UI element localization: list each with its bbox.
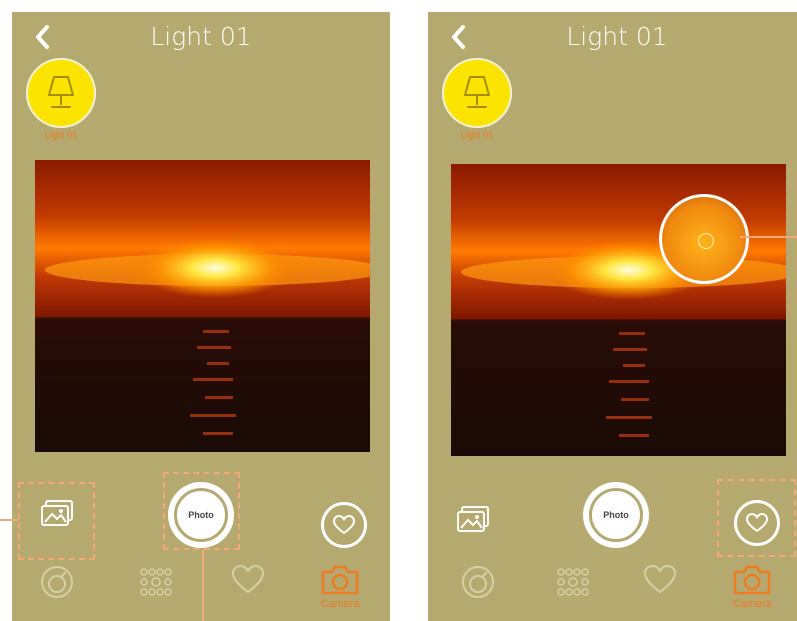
phone-screen-left: Light 01 Light 01 Photo Camera: [12, 12, 390, 621]
heart-icon: [644, 565, 676, 593]
lamp-icon: [464, 76, 490, 108]
scenes-dots-icon: [557, 568, 589, 596]
device-light-01[interactable]: Light 01: [26, 58, 96, 140]
tab-camera[interactable]: Camera: [310, 564, 370, 614]
color-wheel-icon: [462, 566, 494, 598]
device-label: Light 01: [460, 130, 494, 140]
shutter-label: Photo: [589, 488, 643, 542]
page-title: Light 01: [150, 22, 252, 51]
scenes-dots-icon: [140, 568, 172, 596]
tab-camera[interactable]: Camera: [722, 564, 782, 614]
tab-favorites[interactable]: [630, 564, 690, 614]
tab-scenes[interactable]: [126, 564, 186, 614]
camera-icon: [321, 565, 359, 595]
favorite-highlight: [717, 479, 796, 557]
lamp-button[interactable]: [442, 58, 512, 128]
sunset-photo[interactable]: [451, 164, 786, 456]
favorite-button[interactable]: [321, 502, 367, 548]
camera-icon: [733, 565, 771, 595]
color-picker-target: [698, 233, 714, 249]
heart-icon: [232, 565, 264, 593]
device-light-01[interactable]: Light 01: [442, 58, 512, 140]
lamp-icon: [48, 76, 74, 108]
color-picker-loupe[interactable]: [659, 194, 749, 284]
device-label: Light 01: [44, 130, 78, 140]
tab-favorites[interactable]: [218, 564, 278, 614]
heart-icon: [333, 515, 355, 534]
color-wheel-icon: [41, 566, 73, 598]
gallery-button[interactable]: [456, 502, 490, 536]
shutter-highlight: [163, 472, 240, 550]
lamp-button[interactable]: [26, 58, 96, 128]
tab-color[interactable]: [27, 564, 87, 614]
tab-camera-label: Camera: [320, 598, 360, 610]
tab-camera-label: Camera: [732, 598, 772, 610]
gallery-callout-line: [0, 519, 18, 521]
shutter-callout-line: [202, 550, 204, 621]
page-title: Light 01: [566, 22, 668, 51]
tab-color[interactable]: [448, 564, 508, 614]
phone-screen-right: Light 01 Light 01 Photo Camera: [428, 12, 797, 621]
gallery-highlight: [18, 482, 95, 560]
shutter-button[interactable]: Photo: [583, 482, 649, 548]
gallery-icon: [457, 506, 489, 532]
sunset-photo[interactable]: [35, 160, 370, 452]
picker-callout-line: [740, 236, 797, 238]
tab-scenes[interactable]: [543, 564, 603, 614]
